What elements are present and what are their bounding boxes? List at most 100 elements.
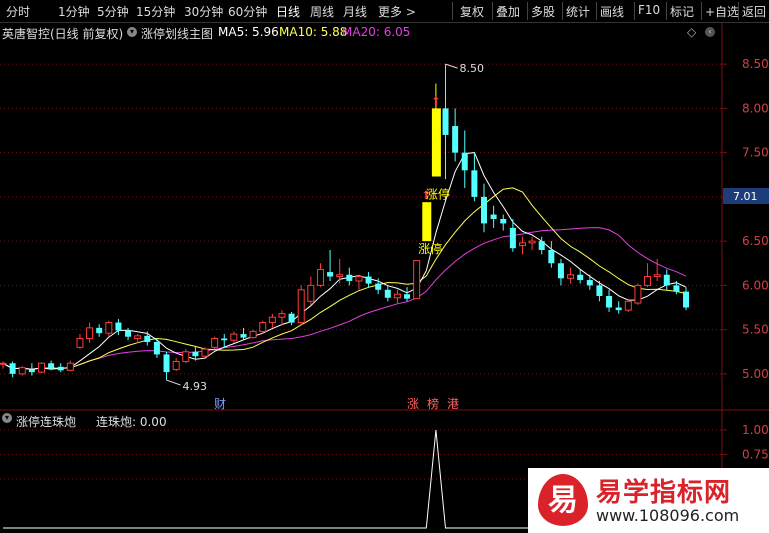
candle-body[interactable] <box>577 274 584 281</box>
candle-body[interactable] <box>548 249 555 264</box>
candle-body[interactable] <box>249 330 257 339</box>
candle-body[interactable] <box>442 108 449 135</box>
candle-body[interactable] <box>567 274 575 279</box>
indicator-name[interactable]: 涨停划线主图 <box>141 25 213 42</box>
toolbar-item-6[interactable]: 日线 <box>276 3 300 20</box>
candle-body[interactable] <box>683 291 690 308</box>
candle-body[interactable] <box>18 367 26 375</box>
candle-body[interactable] <box>461 152 468 171</box>
event-marker[interactable]: 港 <box>447 397 459 411</box>
candle-body[interactable] <box>211 337 219 348</box>
candle-body[interactable] <box>230 333 238 341</box>
candle-body[interactable] <box>481 196 487 224</box>
candle-body[interactable] <box>153 342 160 355</box>
toolbar-right-7[interactable]: +自选 <box>705 3 739 20</box>
candle-body[interactable] <box>624 300 632 311</box>
candle-body[interactable] <box>297 289 305 324</box>
candle-body[interactable] <box>28 369 35 373</box>
candle-body[interactable] <box>268 316 276 324</box>
candle-body[interactable] <box>471 170 478 197</box>
candle-body[interactable] <box>221 338 228 341</box>
candle-body[interactable] <box>606 295 613 308</box>
candle-body[interactable] <box>259 322 267 332</box>
candle-body[interactable] <box>163 354 170 373</box>
toolbar-item-2[interactable]: 5分钟 <box>97 3 129 20</box>
candle-body[interactable] <box>125 330 132 337</box>
candle-body[interactable] <box>634 284 642 304</box>
indicator-title[interactable]: 涨停连珠炮 <box>16 413 76 430</box>
toolbar-right-8[interactable]: 返回 <box>742 3 766 20</box>
candle-body[interactable] <box>518 242 526 247</box>
candle-body[interactable] <box>307 284 315 302</box>
candle-body[interactable] <box>431 108 441 177</box>
candle-body[interactable] <box>316 268 324 286</box>
candle-body[interactable] <box>393 293 401 299</box>
candle-body[interactable] <box>66 362 74 371</box>
event-marker[interactable]: 财 <box>214 397 226 411</box>
candle-body[interactable] <box>201 348 209 357</box>
candle-body[interactable] <box>76 337 84 348</box>
toolbar-item-5[interactable]: 60分钟 <box>228 3 267 20</box>
candle-body[interactable] <box>355 276 363 282</box>
toolbar-right-6[interactable]: 标记 <box>670 3 694 20</box>
toolbar-item-9[interactable]: 更多 > <box>378 3 416 20</box>
candle-body[interactable] <box>9 363 16 374</box>
toolbar-item-3[interactable]: 15分钟 <box>136 3 175 20</box>
toolbar-item-4[interactable]: 30分钟 <box>184 3 223 20</box>
candle-body[interactable] <box>336 274 344 278</box>
diamond-icon[interactable]: ◇ <box>687 25 696 39</box>
toolbar-item-1[interactable]: 1分钟 <box>58 3 90 20</box>
candle-body[interactable] <box>452 126 459 153</box>
candle-body[interactable] <box>653 274 661 278</box>
candle-body[interactable] <box>327 272 334 277</box>
toolbar-right-3[interactable]: 统计 <box>566 3 590 20</box>
candle-body[interactable] <box>240 334 247 338</box>
candle-body[interactable] <box>96 327 103 334</box>
toolbar-right-0[interactable]: 复权 <box>460 3 484 20</box>
toolbar-right-4[interactable]: 画线 <box>600 3 624 20</box>
event-marker[interactable]: 涨 <box>407 396 419 411</box>
candle-body[interactable] <box>673 285 680 292</box>
candle-body[interactable] <box>528 240 536 244</box>
candle-body[interactable] <box>500 219 507 224</box>
candle-body[interactable] <box>0 362 7 365</box>
candle-body[interactable] <box>384 289 391 298</box>
candle-body[interactable] <box>596 285 603 296</box>
kline-chart[interactable]: 8.508.007.507.006.506.005.505.007.01涨停涨停… <box>0 0 769 533</box>
candle-body[interactable] <box>144 335 151 343</box>
candle-body[interactable] <box>538 241 545 250</box>
candle-body[interactable] <box>172 360 180 370</box>
candle-body[interactable] <box>57 366 64 371</box>
candle-body[interactable] <box>365 276 372 284</box>
candle-body[interactable] <box>663 274 670 286</box>
candle-body[interactable] <box>644 276 652 286</box>
toolbar-item-8[interactable]: 月线 <box>343 3 367 20</box>
candle-body[interactable] <box>346 274 353 281</box>
candle-body[interactable] <box>404 294 411 299</box>
candle-body[interactable] <box>422 202 432 242</box>
candle-body[interactable] <box>37 362 45 373</box>
watermark: 易 易学指标网 www.108096.com <box>528 468 769 533</box>
candle-body[interactable] <box>375 283 382 290</box>
candle-body[interactable] <box>48 363 55 369</box>
event-marker[interactable]: 榜 <box>427 396 439 411</box>
candle-body[interactable] <box>557 263 564 279</box>
candle-body[interactable] <box>586 280 593 286</box>
candle-body[interactable] <box>105 322 113 334</box>
candle-body[interactable] <box>86 327 94 339</box>
candle-body[interactable] <box>115 322 122 331</box>
candle-body[interactable] <box>192 351 199 357</box>
toolbar-item-7[interactable]: 周线 <box>310 3 334 20</box>
toolbar-right-1[interactable]: 叠加 <box>496 3 520 20</box>
candle-body[interactable] <box>288 313 295 323</box>
candle-body[interactable] <box>182 351 190 362</box>
candle-body[interactable] <box>509 227 516 249</box>
toolbar-item-0[interactable]: 分时 <box>6 3 30 20</box>
toolbar-right-2[interactable]: 多股 <box>531 3 555 20</box>
candle-body[interactable] <box>278 313 286 318</box>
toolbar-right-5[interactable]: F10 <box>638 3 660 17</box>
candle-body[interactable] <box>134 335 142 339</box>
candle-body[interactable] <box>615 307 622 311</box>
candle-body[interactable] <box>490 214 497 219</box>
candle-body[interactable] <box>413 260 421 300</box>
